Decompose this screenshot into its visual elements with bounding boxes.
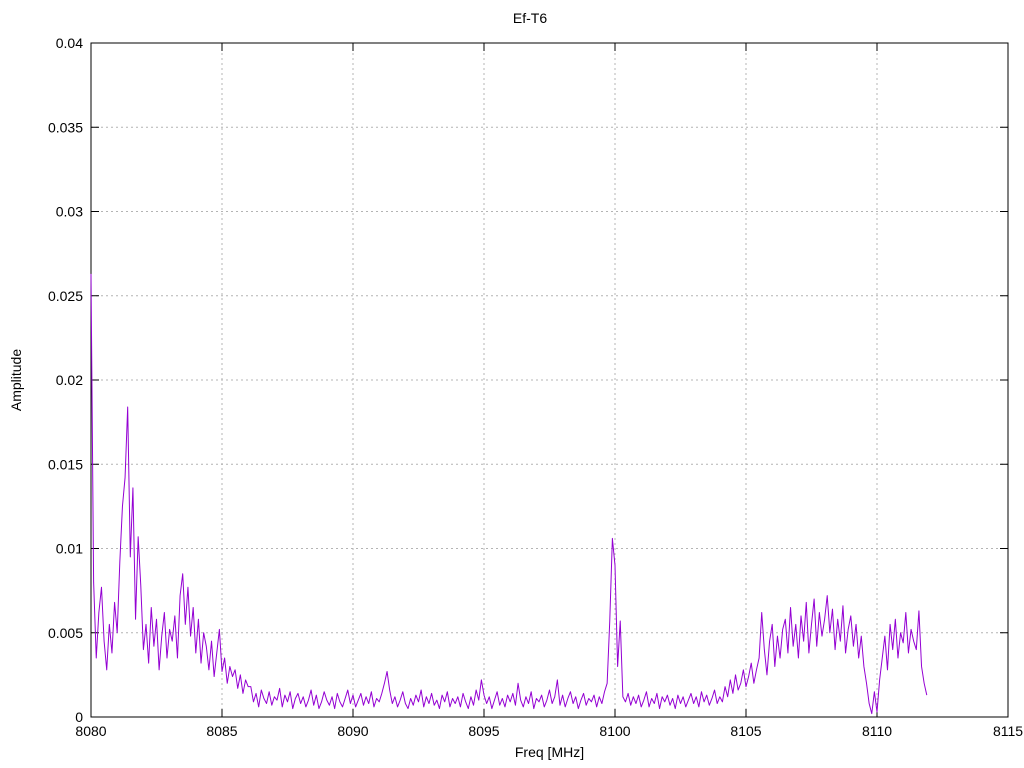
chart-canvas: 8080 8085 8090 8095 8100 8105 8110 8115 0 0.005 0.… [0, 0, 1024, 768]
y-axis-label: Amplitude [8, 348, 24, 412]
plot-svg: 8080 8085 8090 8095 8100 8105 8110 8115 0 0.005 0.… [48, 35, 1023, 739]
chart-title: Ef-T6 [512, 10, 548, 26]
y-tick-label: 0.035 [48, 119, 83, 135]
x-axis-label: Freq [MHz] [514, 744, 585, 760]
x-tick-label: 8080 [75, 723, 106, 739]
x-tick-label: 8105 [730, 723, 761, 739]
x-tick-label: 8090 [337, 723, 368, 739]
y-tick-label: 0.01 [56, 541, 83, 557]
x-tick-label: 8085 [206, 723, 237, 739]
y-tick-label: 0.02 [56, 372, 83, 388]
y-tick-label: 0.005 [48, 625, 83, 641]
plot-border [90, 42, 1009, 718]
x-tick-label: 8110 [862, 723, 892, 739]
x-tick-label: 8095 [468, 723, 499, 739]
y-tick-label: 0.015 [48, 456, 83, 472]
y-tick-label: 0.03 [56, 204, 83, 220]
y-tick-label: 0.025 [48, 288, 83, 304]
x-tick-label: 8100 [599, 723, 630, 739]
signal-trace [90, 273, 928, 715]
x-tick-label: 8115 [993, 723, 1023, 739]
y-tick-label: 0 [75, 709, 83, 725]
y-tick-label: 0.04 [56, 35, 83, 51]
